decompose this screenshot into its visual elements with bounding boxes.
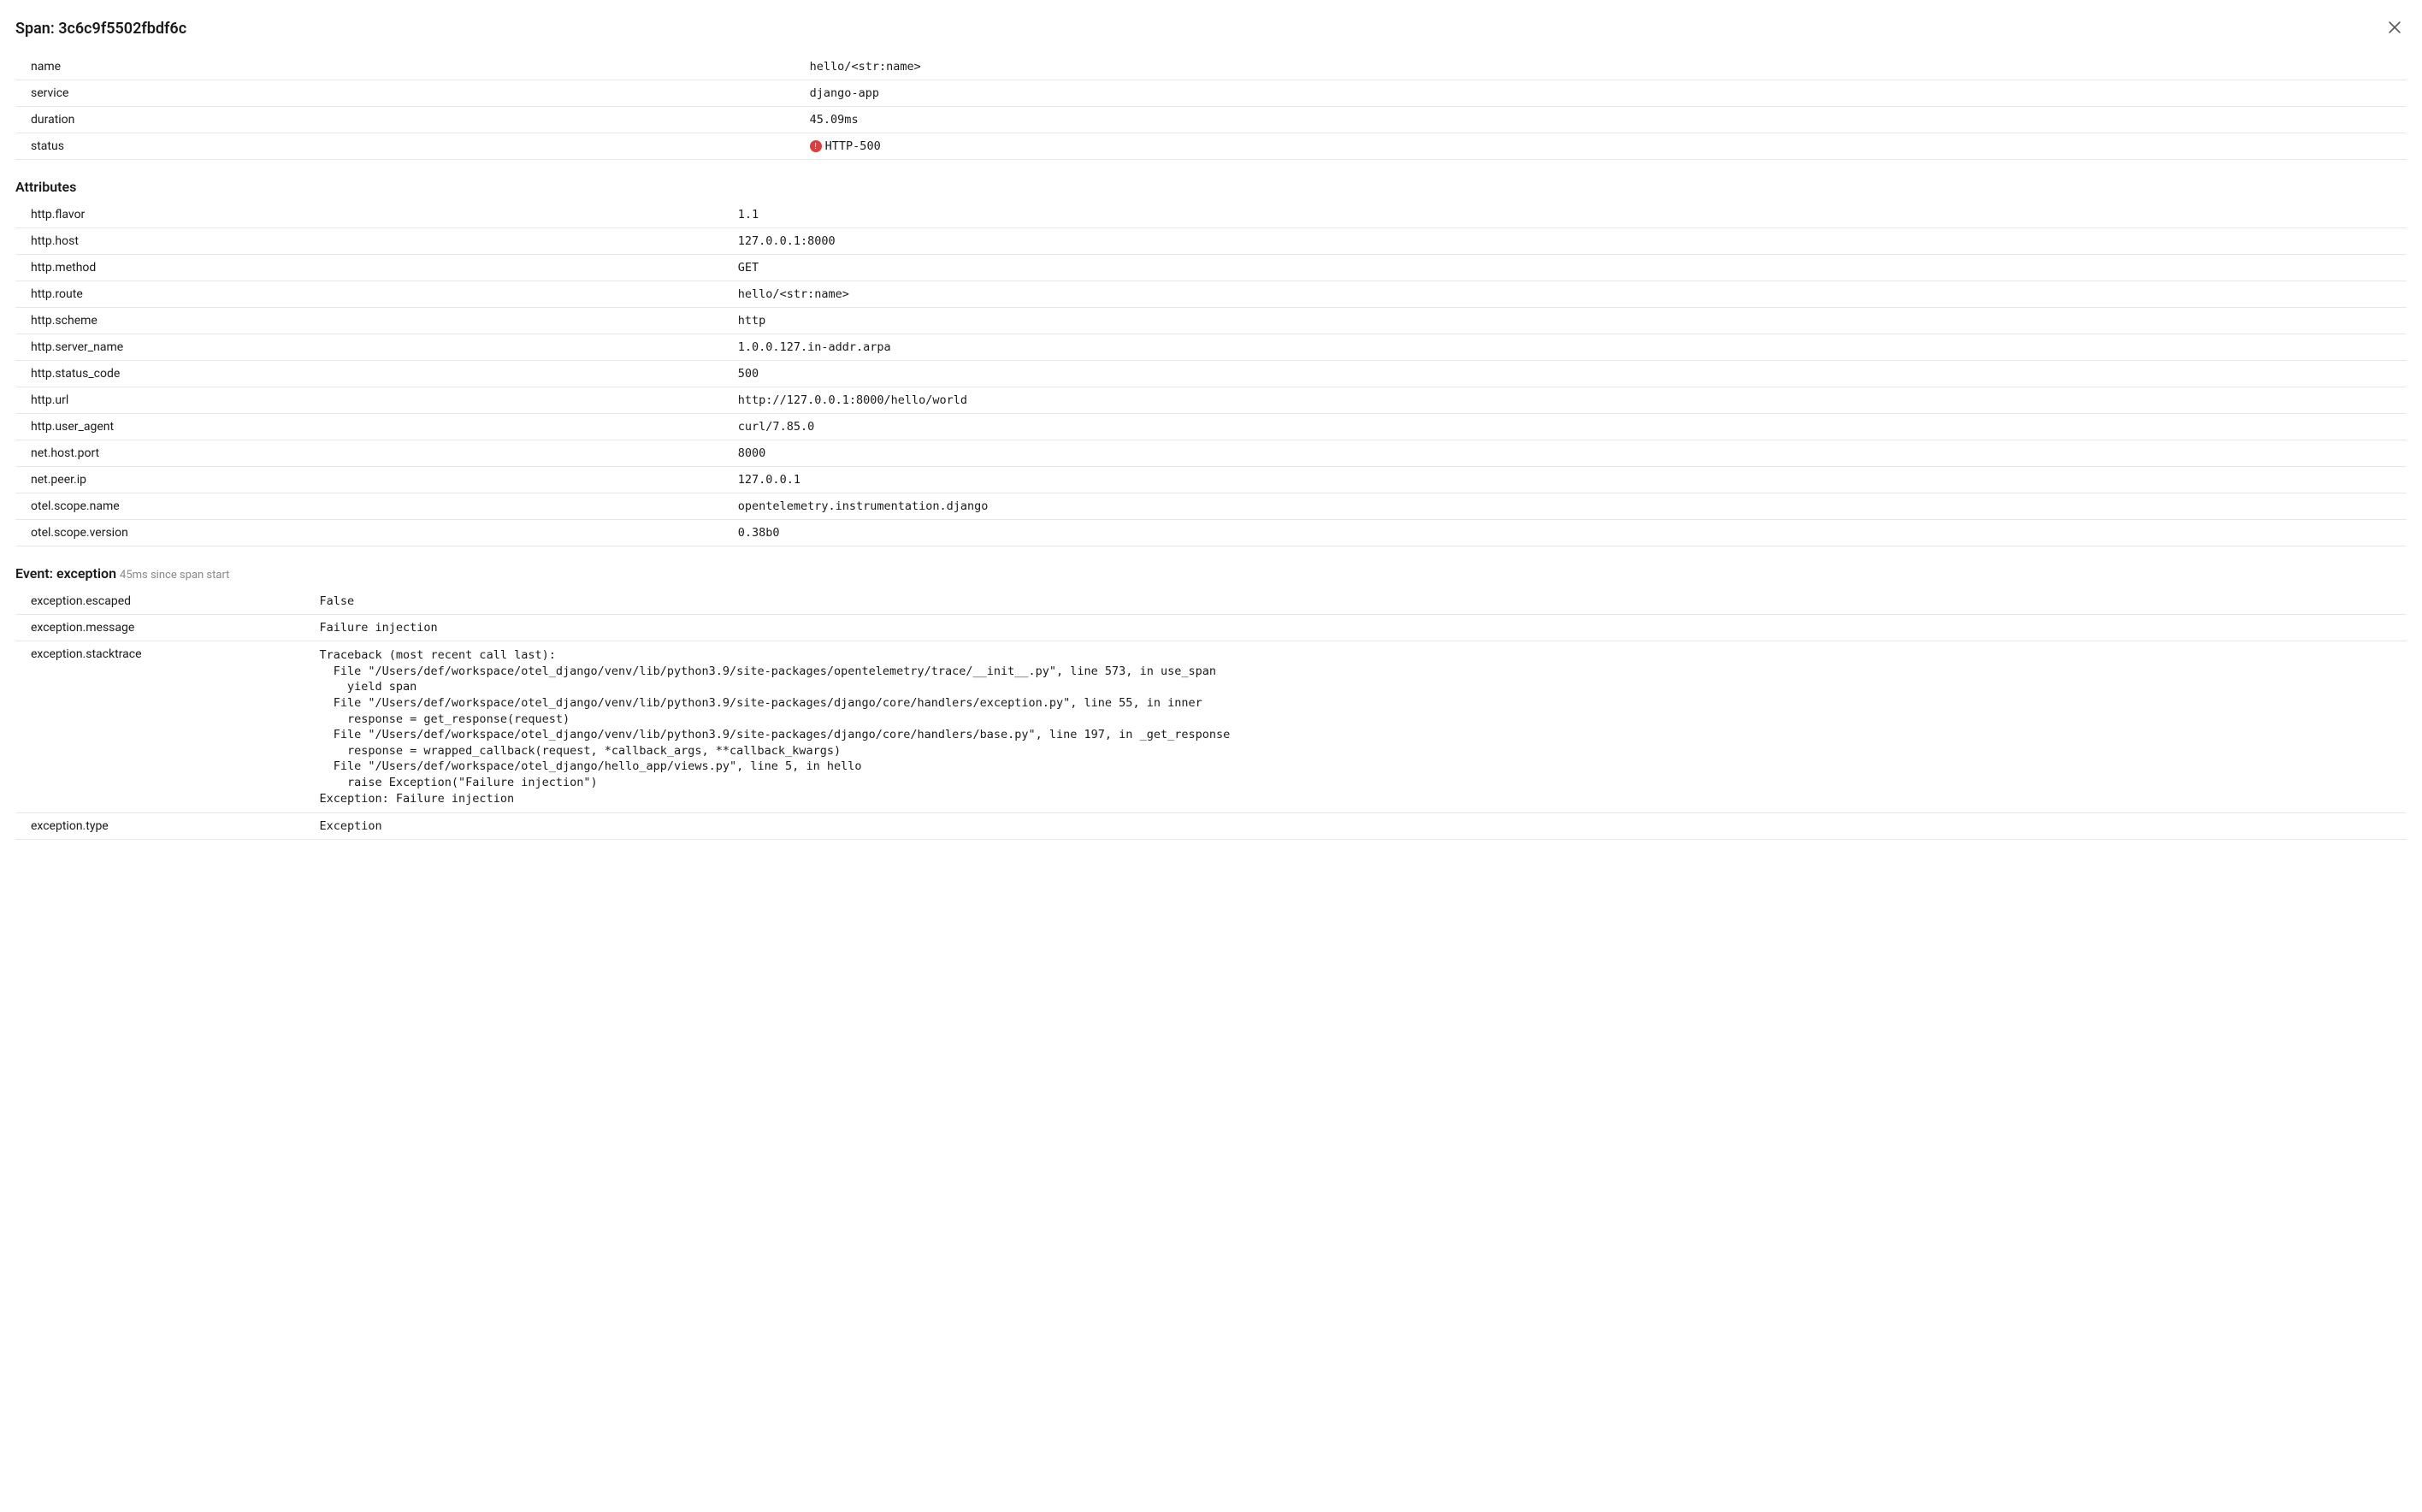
close-button[interactable] xyxy=(2383,15,2407,42)
attr-value: 8000 xyxy=(733,440,2407,467)
summary-value: django-app xyxy=(805,80,2407,107)
summary-key: name xyxy=(15,54,805,80)
event-key: exception.type xyxy=(15,813,315,840)
table-row: net.host.port8000 xyxy=(15,440,2407,467)
attr-value: 1.0.0.127.in-addr.arpa xyxy=(733,334,2407,361)
table-row: duration45.09ms xyxy=(15,107,2407,133)
panel-title: Span: 3c6c9f5502fbdf6c xyxy=(15,20,186,38)
event-value: Traceback (most recent call last): File … xyxy=(315,641,2407,813)
attr-value: 0.38b0 xyxy=(733,520,2407,546)
attr-value: curl/7.85.0 xyxy=(733,414,2407,440)
summary-table: namehello/<str:name>servicedjango-appdur… xyxy=(15,54,2407,160)
attr-key: http.server_name xyxy=(15,334,733,361)
title-prefix: Span: xyxy=(15,20,58,38)
attr-key: otel.scope.name xyxy=(15,493,733,520)
table-row: http.server_name1.0.0.127.in-addr.arpa xyxy=(15,334,2407,361)
attr-key: http.url xyxy=(15,387,733,414)
stacktrace: Traceback (most recent call last): File … xyxy=(320,647,2402,806)
attr-value: GET xyxy=(733,255,2407,281)
table-row: http.schemehttp xyxy=(15,308,2407,334)
error-icon: ! xyxy=(810,140,822,152)
table-row: otel.scope.version0.38b0 xyxy=(15,520,2407,546)
event-key: exception.stacktrace xyxy=(15,641,315,813)
event-key: exception.escaped xyxy=(15,588,315,615)
summary-value: 45.09ms xyxy=(805,107,2407,133)
table-row: http.flavor1.1 xyxy=(15,202,2407,228)
attributes-table: http.flavor1.1http.host127.0.0.1:8000htt… xyxy=(15,202,2407,546)
attr-value: http://127.0.0.1:8000/hello/world xyxy=(733,387,2407,414)
event-heading: Event: exception 45ms since span start xyxy=(15,565,2407,582)
attr-value: opentelemetry.instrumentation.django xyxy=(733,493,2407,520)
attr-key: http.flavor xyxy=(15,202,733,228)
table-row: http.host127.0.0.1:8000 xyxy=(15,228,2407,255)
table-row: status!HTTP-500 xyxy=(15,133,2407,160)
table-row: http.urlhttp://127.0.0.1:8000/hello/worl… xyxy=(15,387,2407,414)
attr-key: otel.scope.version xyxy=(15,520,733,546)
attr-key: net.host.port xyxy=(15,440,733,467)
attr-key: http.method xyxy=(15,255,733,281)
event-name: exception xyxy=(56,565,116,582)
table-row: http.status_code500 xyxy=(15,361,2407,387)
attr-key: http.user_agent xyxy=(15,414,733,440)
attributes-heading: Attributes xyxy=(15,179,2407,195)
summary-key: service xyxy=(15,80,805,107)
event-table: exception.escapedFalseexception.messageF… xyxy=(15,588,2407,840)
table-row: servicedjango-app xyxy=(15,80,2407,107)
attr-value: 1.1 xyxy=(733,202,2407,228)
summary-value: hello/<str:name> xyxy=(805,54,2407,80)
span-id: 3c6c9f5502fbdf6c xyxy=(58,20,186,38)
summary-key: status xyxy=(15,133,805,160)
event-since: 45ms since span start xyxy=(120,569,229,582)
attr-key: http.status_code xyxy=(15,361,733,387)
table-row: namehello/<str:name> xyxy=(15,54,2407,80)
status-text: HTTP-500 xyxy=(825,139,881,153)
attr-value: http xyxy=(733,308,2407,334)
event-value: False xyxy=(315,588,2407,615)
attr-value: 500 xyxy=(733,361,2407,387)
event-value: Failure injection xyxy=(315,615,2407,641)
attr-value: 127.0.0.1 xyxy=(733,467,2407,493)
table-row: otel.scope.nameopentelemetry.instrumenta… xyxy=(15,493,2407,520)
table-row: exception.messageFailure injection xyxy=(15,615,2407,641)
table-row: http.routehello/<str:name> xyxy=(15,281,2407,308)
attr-key: http.host xyxy=(15,228,733,255)
summary-key: duration xyxy=(15,107,805,133)
table-row: exception.typeException xyxy=(15,813,2407,840)
event-value: Exception xyxy=(315,813,2407,840)
attr-value: hello/<str:name> xyxy=(733,281,2407,308)
table-row: exception.escapedFalse xyxy=(15,588,2407,615)
table-row: http.user_agentcurl/7.85.0 xyxy=(15,414,2407,440)
table-row: http.methodGET xyxy=(15,255,2407,281)
table-row: net.peer.ip127.0.0.1 xyxy=(15,467,2407,493)
close-icon xyxy=(2386,26,2403,38)
event-key: exception.message xyxy=(15,615,315,641)
attr-key: http.route xyxy=(15,281,733,308)
summary-value: !HTTP-500 xyxy=(805,133,2407,160)
attr-key: http.scheme xyxy=(15,308,733,334)
attr-value: 127.0.0.1:8000 xyxy=(733,228,2407,255)
event-prefix: Event: xyxy=(15,565,56,582)
table-row: exception.stacktraceTraceback (most rece… xyxy=(15,641,2407,813)
attr-key: net.peer.ip xyxy=(15,467,733,493)
